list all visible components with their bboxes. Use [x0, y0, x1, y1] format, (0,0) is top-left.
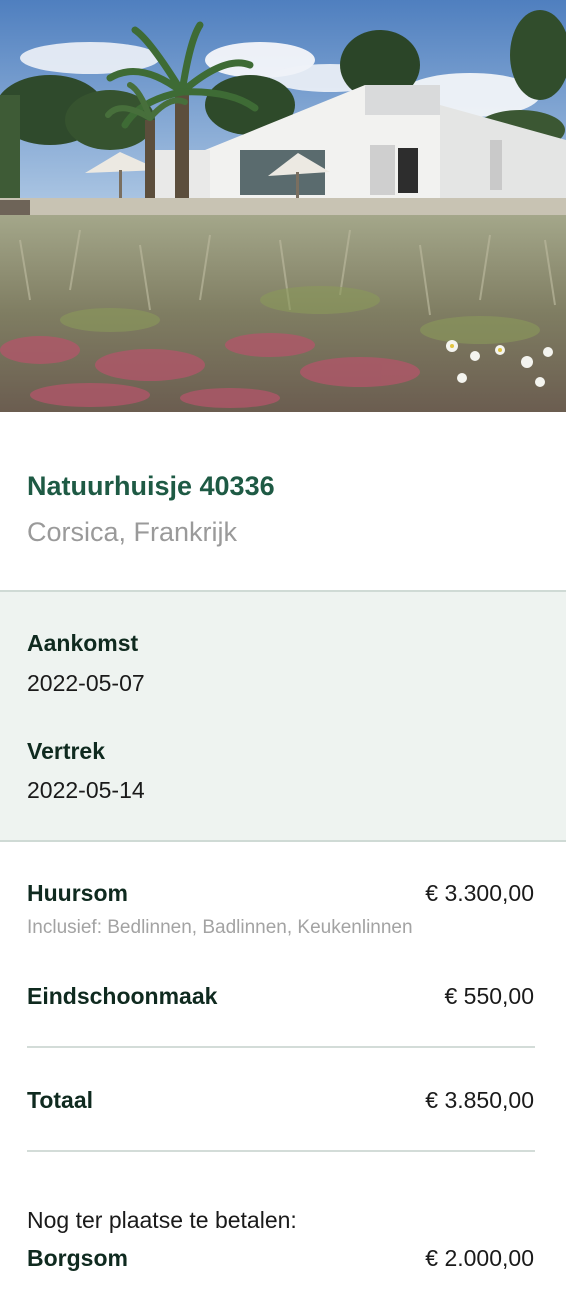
cleaning-amount: € 550,00 — [444, 983, 534, 1009]
on-site-payment-note: Nog ter plaatse te betalen: — [27, 1207, 297, 1233]
total-label: Totaal — [27, 1087, 94, 1113]
accommodation-location: Corsica, Frankrijk — [27, 517, 238, 547]
accommodation-header: Natuurhuisje 40336 Corsica, Frankrijk — [27, 466, 537, 552]
cost-divider — [27, 1046, 535, 1048]
rent-included-note: Inclusief: Bedlinnen, Badlinnen, Keukenl… — [27, 917, 413, 938]
cost-divider — [27, 1150, 535, 1152]
arrival-date: 2022-05-07 — [27, 670, 145, 696]
booking-summary: Natuurhuisje 40336 Corsica, Frankrijk Aa… — [0, 0, 566, 1292]
section-divider — [0, 840, 566, 842]
accommodation-photo — [0, 0, 566, 412]
stay-dates-panel: Aankomst 2022-05-07 Vertrek 2022-05-14 — [0, 592, 566, 840]
total-amount: € 3.850,00 — [425, 1087, 534, 1113]
cleaning-label: Eindschoonmaak — [27, 983, 218, 1009]
arrival-label: Aankomst — [27, 630, 139, 656]
departure-label: Vertrek — [27, 738, 106, 764]
deposit-amount: € 2.000,00 — [425, 1245, 534, 1271]
departure-date: 2022-05-14 — [27, 777, 145, 803]
accommodation-name[interactable]: Natuurhuisje 40336 — [27, 466, 537, 506]
deposit-label: Borgsom — [27, 1245, 128, 1271]
rent-label: Huursom — [27, 880, 128, 906]
rent-amount: € 3.300,00 — [425, 880, 534, 906]
villa-photo-illustration — [0, 0, 566, 412]
